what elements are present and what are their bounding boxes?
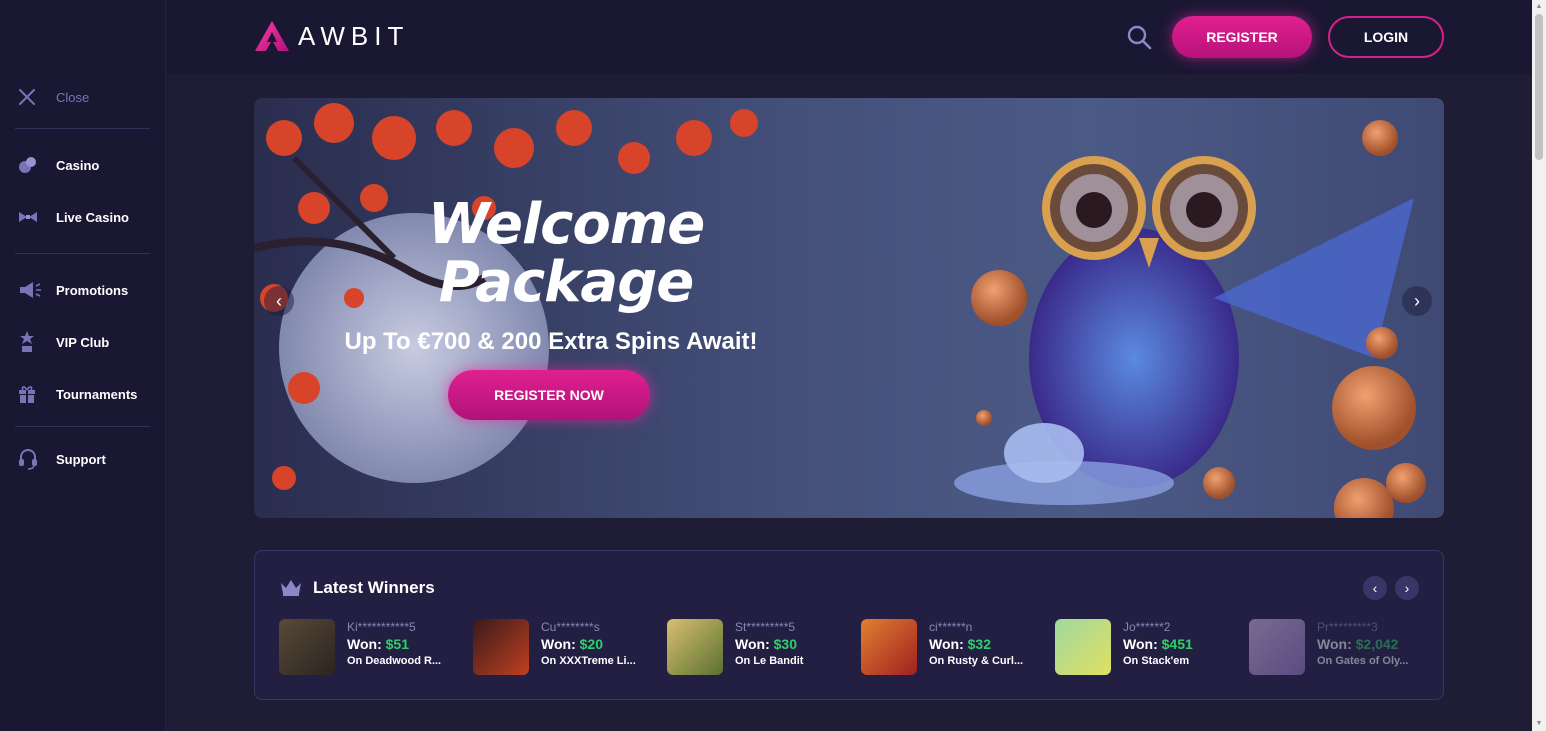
search-button[interactable] [1126, 24, 1152, 50]
banner-prev-arrow[interactable]: ‹ [264, 286, 294, 316]
scroll-up-arrow-icon[interactable]: ▲ [1535, 3, 1543, 11]
sidebar-close-button[interactable]: Close [18, 86, 89, 108]
sidebar-divider [15, 253, 150, 254]
game-thumbnail [667, 619, 723, 675]
winners-next-button[interactable]: › [1395, 576, 1419, 600]
winner-card[interactable]: Cu********s Won: $20 On XXXTreme Li... [473, 619, 653, 677]
banner-subtitle: Up To €700 & 200 Extra Spins Await! [344, 328, 758, 355]
winner-won: Won: $32 [929, 636, 991, 652]
sidebar-item-label: VIP Club [56, 334, 110, 350]
winner-won: Won: $30 [735, 636, 797, 652]
winner-username: ci******n [929, 620, 973, 634]
banner-title-line2: Package [438, 250, 695, 315]
awbit-logo-mark-icon [255, 21, 289, 51]
bowtie-icon [18, 206, 46, 228]
winner-card[interactable]: Jo******2 Won: $451 On Stack'em [1055, 619, 1235, 677]
game-thumbnail [473, 619, 529, 675]
sidebar-item-tournaments[interactable]: Tournaments [18, 383, 137, 405]
winner-amount: $32 [967, 636, 991, 652]
sidebar-item-casino[interactable]: Casino [18, 154, 99, 176]
vip-trophy-icon [18, 331, 46, 353]
awbit-logo[interactable]: AWBIT [254, 20, 409, 52]
crown-icon [281, 580, 301, 596]
register-now-button[interactable]: REGISTER NOW [448, 370, 650, 420]
winner-username: Cu********s [541, 620, 600, 634]
winner-won: Won: $451 [1123, 636, 1193, 652]
logo-text: AWBIT [298, 20, 410, 51]
sidebar-item-live-casino[interactable]: Live Casino [18, 206, 129, 228]
headset-icon [18, 448, 46, 470]
winner-game: On XXXTreme Li... [541, 655, 636, 667]
banner-title: Welcome Package [396, 196, 736, 312]
game-thumbnail [861, 619, 917, 675]
sidebar-item-label: Promotions [56, 282, 129, 298]
sidebar-item-label: Live Casino [56, 209, 129, 225]
sidebar-item-promotions[interactable]: Promotions [18, 279, 128, 301]
casino-chips-icon [18, 154, 46, 176]
welcome-banner[interactable]: Welcome Package Up To €700 & 200 Extra S… [254, 98, 1444, 518]
sidebar: Close Casino Live Casino Promotions VIP … [0, 0, 166, 731]
winner-won: Won: $20 [541, 636, 603, 652]
winner-game: On Deadwood R... [347, 655, 442, 667]
winner-amount: $20 [579, 636, 603, 652]
sidebar-divider [15, 128, 150, 129]
sidebar-item-label: Casino [56, 157, 100, 173]
banner-next-arrow[interactable]: › [1402, 286, 1432, 316]
winner-won: Won: $2,042 [1317, 636, 1399, 652]
gift-icon [18, 383, 46, 405]
sidebar-item-vip-club[interactable]: VIP Club [18, 331, 109, 353]
winner-card[interactable]: Pr*********3 Won: $2,042 On Gates of Oly… [1249, 619, 1429, 677]
winner-username: Jo******2 [1123, 620, 1171, 634]
sidebar-item-label: Support [56, 451, 106, 467]
winner-game: On Le Bandit [735, 655, 804, 667]
top-header: AWBIT REGISTER LOGIN [166, 0, 1532, 74]
scrollbar-thumb[interactable] [1535, 14, 1543, 160]
winner-card[interactable]: St*********5 Won: $30 On Le Bandit [667, 619, 847, 677]
winner-amount: $451 [1161, 636, 1193, 652]
winner-won: Won: $51 [347, 636, 409, 652]
winner-username: St*********5 [735, 620, 796, 634]
winner-amount: $30 [773, 636, 797, 652]
megaphone-icon [18, 279, 46, 301]
sidebar-divider [15, 426, 150, 427]
sidebar-item-support[interactable]: Support [18, 448, 106, 470]
register-button[interactable]: REGISTER [1172, 16, 1312, 58]
close-icon [18, 86, 46, 108]
winner-card[interactable]: Ki***********5 Won: $51 On Deadwood R... [279, 619, 459, 677]
latest-winners-title: Latest Winners [313, 578, 435, 597]
search-icon [1127, 25, 1152, 50]
sidebar-item-label: Tournaments [56, 386, 138, 402]
winner-username: Pr*********3 [1317, 620, 1378, 634]
winner-card[interactable]: ci******n Won: $32 On Rusty & Curl... [861, 619, 1041, 677]
sidebar-close-label: Close [56, 89, 90, 105]
game-thumbnail [1249, 619, 1305, 675]
winner-username: Ki***********5 [347, 620, 416, 634]
login-button[interactable]: LOGIN [1328, 16, 1444, 58]
winners-prev-button[interactable]: ‹ [1363, 576, 1387, 600]
winner-amount: $2,042 [1355, 636, 1399, 652]
game-thumbnail [279, 619, 335, 675]
winner-game: On Gates of Oly... [1317, 655, 1409, 667]
winner-amount: $51 [385, 636, 409, 652]
winner-game: On Rusty & Curl... [929, 655, 1024, 667]
latest-winners-panel: Latest Winners ‹ › Ki***********5 Won: $… [254, 550, 1444, 700]
banner-title-line1: Welcome [427, 192, 705, 257]
page-scrollbar[interactable]: ▲ ▼ [1532, 0, 1546, 731]
scroll-down-arrow-icon[interactable]: ▼ [1535, 720, 1543, 728]
game-thumbnail [1055, 619, 1111, 675]
winner-game: On Stack'em [1123, 655, 1190, 667]
